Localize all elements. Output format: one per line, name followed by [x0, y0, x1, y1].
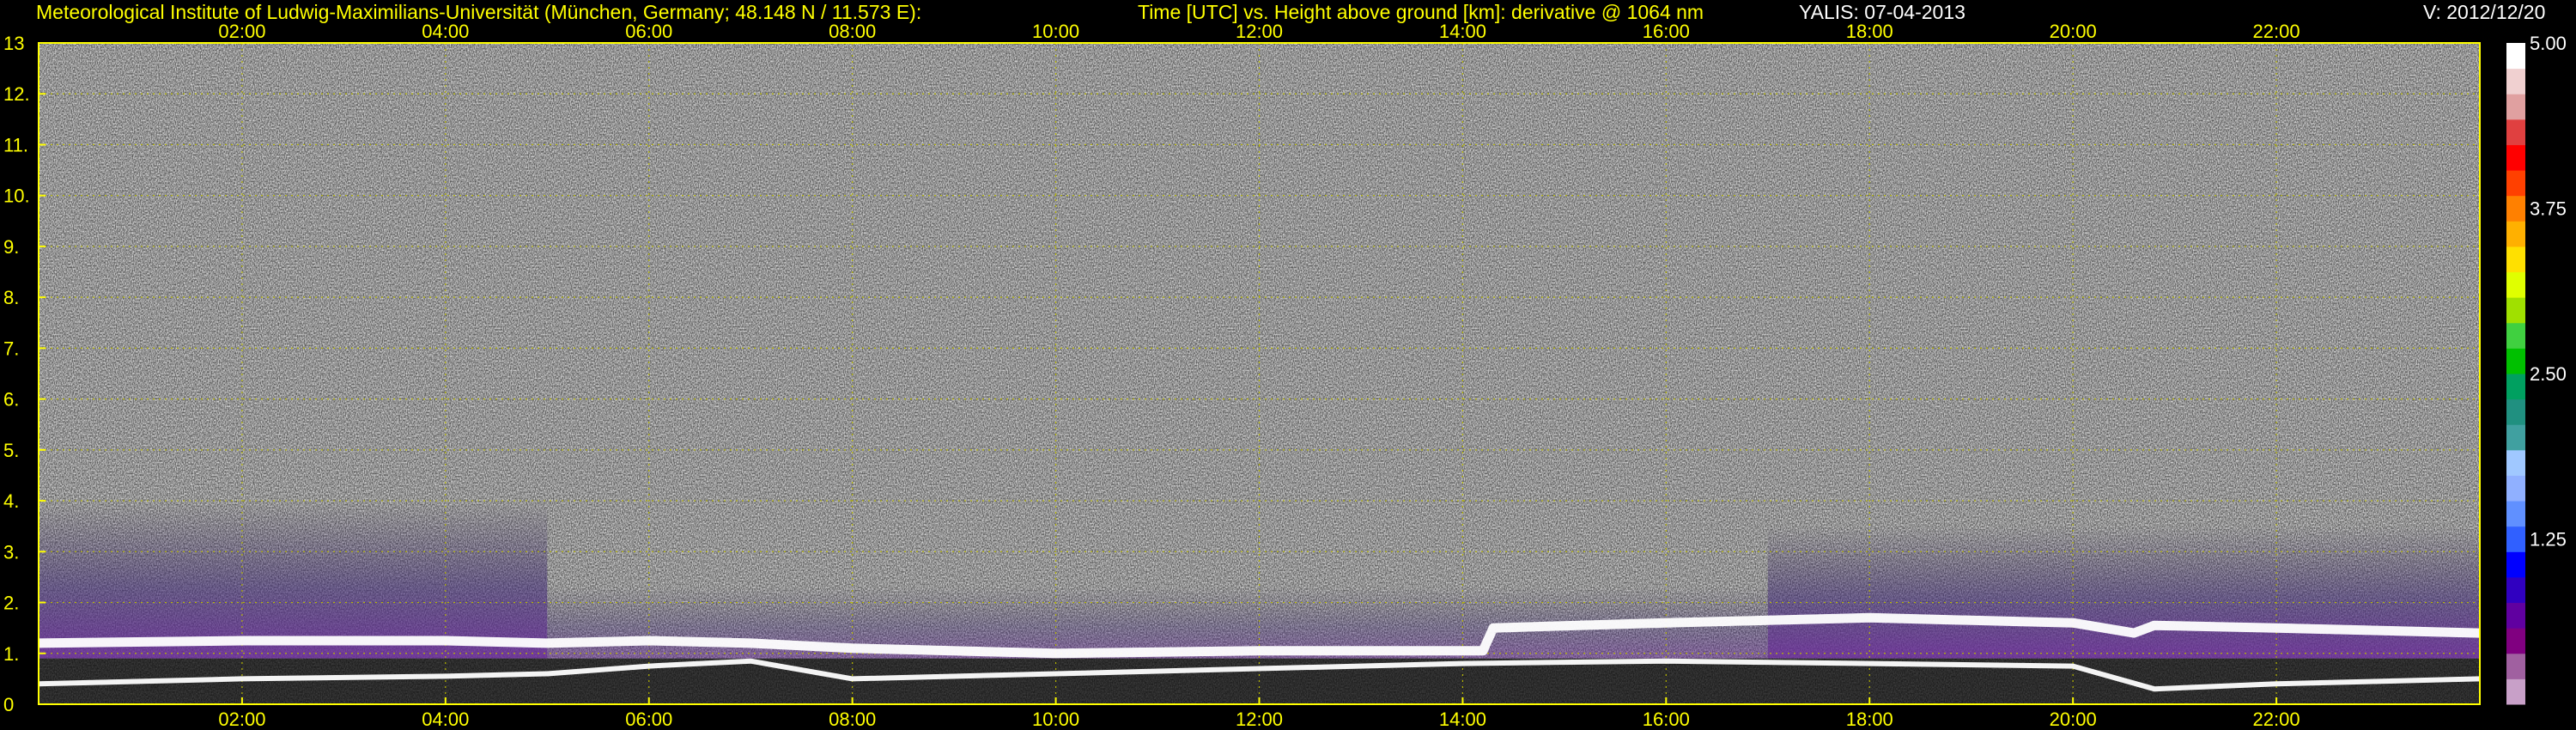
colorbar-label-2: 2.50: [2530, 363, 2567, 385]
colorbar-swatch-25: [2506, 43, 2525, 70]
colorbar: 5.00 3.75 2.50 1.25: [2506, 33, 2567, 705]
x-tick-top-1: 04:00: [422, 21, 469, 42]
x-tick-bottom-9: 20:00: [2050, 709, 2097, 730]
x-tick-bottom-7: 16:00: [1643, 709, 1690, 730]
haze-evening: [1767, 526, 2480, 659]
colorbar-swatch-14: [2506, 322, 2525, 349]
x-tick-top-0: 02:00: [218, 21, 265, 42]
colorbar-swatch-20: [2506, 170, 2525, 197]
colorbar-swatch-7: [2506, 501, 2525, 527]
x-tick-top-6: 14:00: [1439, 21, 1486, 42]
colorbar-swatch-2: [2506, 628, 2525, 654]
chart-svg: 02:00 02:00 04:00 04:00 06:00 06:00 08:00 08:00…: [3, 21, 2567, 730]
colorbar-swatch-3: [2506, 602, 2525, 629]
x-tick-bottom-4: 10:00: [1032, 709, 1079, 730]
colorbar-swatch-8: [2506, 475, 2525, 502]
colorbar-swatch-21: [2506, 144, 2525, 171]
colorbar-swatch-11: [2506, 398, 2525, 425]
y-tick-8: 8.: [3, 287, 19, 308]
y-tick-2: 2.: [3, 593, 19, 614]
x-tick-top-4: 10:00: [1032, 21, 1079, 42]
colorbar-label-0: 5.00: [2530, 33, 2567, 54]
lidar-plot: Meteorological Institute of Ludwig-Maxim…: [0, 0, 2576, 730]
y-tick-0: 0: [3, 694, 14, 715]
y-tick-10: 10.: [3, 186, 30, 207]
x-tick-bottom-2: 06:00: [625, 709, 672, 730]
x-tick-top-2: 06:00: [625, 21, 672, 42]
colorbar-swatch-0: [2506, 678, 2525, 705]
colorbar-swatch-23: [2506, 94, 2525, 120]
y-tick-4: 4.: [3, 490, 19, 512]
y-tick-5: 5.: [3, 440, 19, 461]
y-tick-13: 13: [3, 33, 24, 54]
colorbar-swatch-13: [2506, 348, 2525, 374]
colorbar-swatch-5: [2506, 551, 2525, 578]
x-tick-bottom-3: 08:00: [829, 709, 876, 730]
y-tick-7: 7.: [3, 338, 19, 359]
colorbar-label-1: 3.75: [2530, 198, 2567, 220]
colorbar-swatch-17: [2506, 246, 2525, 273]
y-tick-1: 1.: [3, 643, 19, 665]
y-tick-6: 6.: [3, 389, 19, 411]
colorbar-swatch-22: [2506, 119, 2525, 145]
colorbar-swatch-16: [2506, 271, 2525, 298]
colorbar-label-3: 1.25: [2530, 529, 2567, 551]
x-tick-top-7: 16:00: [1643, 21, 1690, 42]
y-tick-12: 12.: [3, 83, 30, 105]
colorbar-swatch-24: [2506, 68, 2525, 94]
colorbar-swatch-6: [2506, 526, 2525, 552]
colorbar-swatch-19: [2506, 195, 2525, 222]
colorbar-swatch-12: [2506, 374, 2525, 400]
x-tick-top-3: 08:00: [829, 21, 876, 42]
y-tick-11: 11.: [3, 134, 28, 155]
colorbar-swatch-1: [2506, 653, 2525, 679]
x-tick-bottom-1: 04:00: [422, 709, 469, 730]
x-tick-top-8: 18:00: [1846, 21, 1893, 42]
y-tick-3: 3.: [3, 541, 19, 563]
y-tick-9: 9.: [3, 236, 19, 258]
colorbar-swatch-10: [2506, 424, 2525, 451]
x-tick-top-5: 12:00: [1236, 21, 1283, 42]
colorbar-swatch-18: [2506, 221, 2525, 247]
x-tick-bottom-5: 12:00: [1236, 709, 1283, 730]
x-tick-bottom-0: 02:00: [218, 709, 265, 730]
haze-morning: [39, 501, 548, 659]
x-tick-bottom-6: 14:00: [1439, 709, 1486, 730]
colorbar-swatch-4: [2506, 576, 2525, 604]
x-tick-top-9: 20:00: [2050, 21, 2097, 42]
colorbar-swatch-9: [2506, 449, 2525, 476]
x-tick-top-10: 22:00: [2253, 21, 2300, 42]
colorbar-swatch-15: [2506, 297, 2525, 324]
x-tick-bottom-8: 18:00: [1846, 709, 1893, 730]
x-tick-bottom-10: 22:00: [2253, 709, 2300, 730]
